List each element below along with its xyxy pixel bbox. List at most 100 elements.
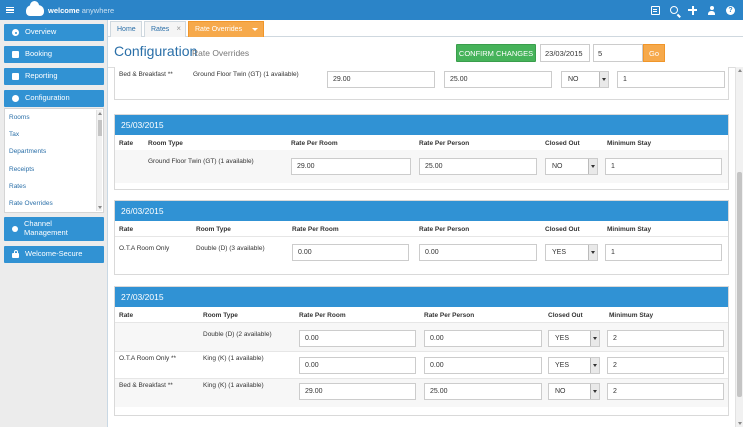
rate-per-room-input[interactable]: 29.00 bbox=[299, 383, 416, 400]
minimum-stay-input[interactable]: 1 bbox=[605, 244, 722, 261]
submenu-scrollbar[interactable] bbox=[96, 110, 102, 211]
chevron-down-icon bbox=[590, 384, 599, 399]
minimum-stay-input[interactable]: 2 bbox=[607, 383, 724, 400]
closed-out-select[interactable]: NO bbox=[561, 71, 609, 88]
submenu-item-rooms[interactable]: Rooms bbox=[9, 114, 30, 121]
column-header-rate-per-person: Rate Per Person bbox=[424, 312, 475, 319]
rate-name: Bed & Breakfast ** bbox=[119, 71, 173, 78]
closed-out-select[interactable]: YES bbox=[548, 330, 600, 347]
page-subtitle: Rate Overrides bbox=[192, 48, 250, 58]
tab-home[interactable]: Home bbox=[110, 21, 142, 37]
tab-rates[interactable]: Rates × bbox=[144, 21, 186, 37]
column-header-room-type: Room Type bbox=[196, 226, 231, 233]
confirm-changes-button[interactable]: CONFIRM CHANGES bbox=[456, 44, 536, 62]
column-header-rate-per-person: Rate Per Person bbox=[419, 140, 470, 147]
column-header-minimum-stay: Minimum Stay bbox=[607, 140, 652, 147]
rate-per-room-input[interactable]: 29.00 bbox=[327, 71, 435, 88]
closed-out-select[interactable]: YES bbox=[548, 357, 600, 374]
rate-per-person-input[interactable]: 25.00 bbox=[419, 158, 537, 175]
room-type: King (K) (1 available) bbox=[203, 382, 264, 389]
overrides-card-25-03: 25/03/2015 Rate Room Type Rate Per Room … bbox=[114, 114, 729, 190]
sidebar-item-welcome-secure[interactable]: Welcome-Secure bbox=[4, 246, 104, 263]
go-button[interactable]: Go bbox=[643, 44, 665, 62]
overrides-card-26-03: 26/03/2015 Rate Room Type Rate Per Room … bbox=[114, 200, 729, 275]
column-header-rate: Rate bbox=[119, 312, 134, 319]
chevron-down-icon[interactable] bbox=[252, 28, 258, 31]
sidebar-item-channel-management[interactable]: Channel Management bbox=[4, 217, 104, 241]
sidebar-item-booking[interactable]: Booking bbox=[4, 46, 104, 63]
room-type: Ground Floor Twin (GT) (1 available) bbox=[193, 71, 299, 78]
minimum-stay-input[interactable]: 1 bbox=[617, 71, 725, 88]
close-icon[interactable]: × bbox=[176, 24, 181, 33]
column-header-closed-out: Closed Out bbox=[548, 312, 583, 319]
closed-out-select[interactable]: NO bbox=[545, 158, 598, 175]
chevron-down-icon bbox=[599, 72, 608, 87]
closed-out-select[interactable]: YES bbox=[545, 244, 598, 261]
lock-icon bbox=[12, 250, 19, 258]
column-header-minimum-stay: Minimum Stay bbox=[607, 226, 652, 233]
start-date-input[interactable]: 23/03/2015 bbox=[540, 44, 590, 62]
sidebar-item-overview[interactable]: Overview bbox=[4, 24, 104, 41]
submenu-item-rates[interactable]: Rates bbox=[9, 183, 26, 190]
room-type: Ground Floor Twin (GT) (1 available) bbox=[148, 158, 254, 165]
column-header-rate-per-room: Rate Per Room bbox=[292, 226, 339, 233]
section-date: 27/03/2015 bbox=[115, 287, 728, 307]
rate-per-room-input[interactable]: 0.00 bbox=[299, 357, 416, 374]
column-header-rate-per-room: Rate Per Room bbox=[291, 140, 338, 147]
chevron-down-icon bbox=[588, 245, 597, 260]
page-scrollbar[interactable] bbox=[735, 67, 743, 427]
column-header-rate: Rate bbox=[119, 140, 134, 147]
rate-per-person-input[interactable]: 0.00 bbox=[424, 330, 542, 347]
help-icon[interactable]: ? bbox=[726, 5, 735, 15]
closed-out-select[interactable]: NO bbox=[548, 383, 600, 400]
chevron-down-icon bbox=[588, 159, 597, 174]
sidebar: Overview Booking Reporting Configuration… bbox=[0, 20, 108, 427]
tab-rate-overrides[interactable]: Rate Overrides bbox=[188, 21, 264, 37]
rate-per-room-input[interactable]: 0.00 bbox=[299, 330, 416, 347]
minimum-stay-input[interactable]: 1 bbox=[605, 158, 722, 175]
tab-bar: Home Rates × Rate Overrides bbox=[108, 20, 743, 37]
chevron-down-icon bbox=[590, 331, 599, 346]
column-header-minimum-stay: Minimum Stay bbox=[609, 312, 654, 319]
rate-per-person-input[interactable]: 25.00 bbox=[424, 383, 542, 400]
brand-logo[interactable]: welcome anywhere bbox=[26, 0, 115, 16]
submenu-item-departments[interactable]: Departments bbox=[9, 148, 46, 155]
chevron-down-icon bbox=[590, 358, 599, 373]
rate-per-room-input[interactable]: 0.00 bbox=[292, 244, 409, 261]
configuration-submenu: Rooms Tax Departments Receipts Rates Rat… bbox=[4, 108, 104, 213]
room-type: King (K) (1 available) bbox=[203, 355, 264, 362]
booking-icon bbox=[12, 51, 19, 58]
configuration-icon bbox=[12, 95, 19, 102]
column-header-room-type: Room Type bbox=[148, 140, 183, 147]
user-icon[interactable] bbox=[707, 5, 716, 15]
rate-per-person-input[interactable]: 0.00 bbox=[419, 244, 537, 261]
calendar-icon[interactable] bbox=[651, 5, 660, 15]
overrides-card-27-03: 27/03/2015 Rate Room Type Rate Per Room … bbox=[114, 286, 729, 416]
rate-per-person-input[interactable]: 0.00 bbox=[424, 357, 542, 374]
days-input[interactable]: 5 bbox=[593, 44, 643, 62]
room-type: Double (D) (3 available) bbox=[196, 245, 265, 252]
brand-name: welcome anywhere bbox=[48, 5, 115, 15]
sidebar-item-configuration[interactable]: Configuration bbox=[4, 90, 104, 107]
column-header-rate-per-room: Rate Per Room bbox=[299, 312, 346, 319]
search-icon[interactable] bbox=[670, 6, 678, 14]
rate-per-person-input[interactable]: 25.00 bbox=[444, 71, 552, 88]
column-header-room-type: Room Type bbox=[203, 312, 238, 319]
submenu-item-tax[interactable]: Tax bbox=[9, 131, 19, 138]
menu-icon[interactable] bbox=[2, 0, 18, 20]
column-header-rate: Rate bbox=[119, 226, 134, 233]
rate-per-room-input[interactable]: 29.00 bbox=[291, 158, 411, 175]
reporting-icon bbox=[12, 73, 19, 80]
channel-icon bbox=[12, 226, 18, 232]
submenu-item-receipts[interactable]: Receipts bbox=[9, 166, 34, 173]
minimum-stay-input[interactable]: 2 bbox=[607, 330, 724, 347]
column-header-rate-per-person: Rate Per Person bbox=[419, 226, 470, 233]
rate-name: Bed & Breakfast ** bbox=[119, 382, 173, 389]
rate-name: O.T.A Room Only bbox=[119, 245, 170, 252]
overrides-card-partial: Bed & Breakfast ** Ground Floor Twin (GT… bbox=[114, 67, 729, 100]
minimum-stay-input[interactable]: 2 bbox=[607, 357, 724, 374]
add-icon[interactable] bbox=[688, 5, 697, 15]
sidebar-item-reporting[interactable]: Reporting bbox=[4, 68, 104, 85]
submenu-item-rate-overrides[interactable]: Rate Overrides bbox=[9, 200, 53, 207]
column-header-closed-out: Closed Out bbox=[545, 140, 580, 147]
